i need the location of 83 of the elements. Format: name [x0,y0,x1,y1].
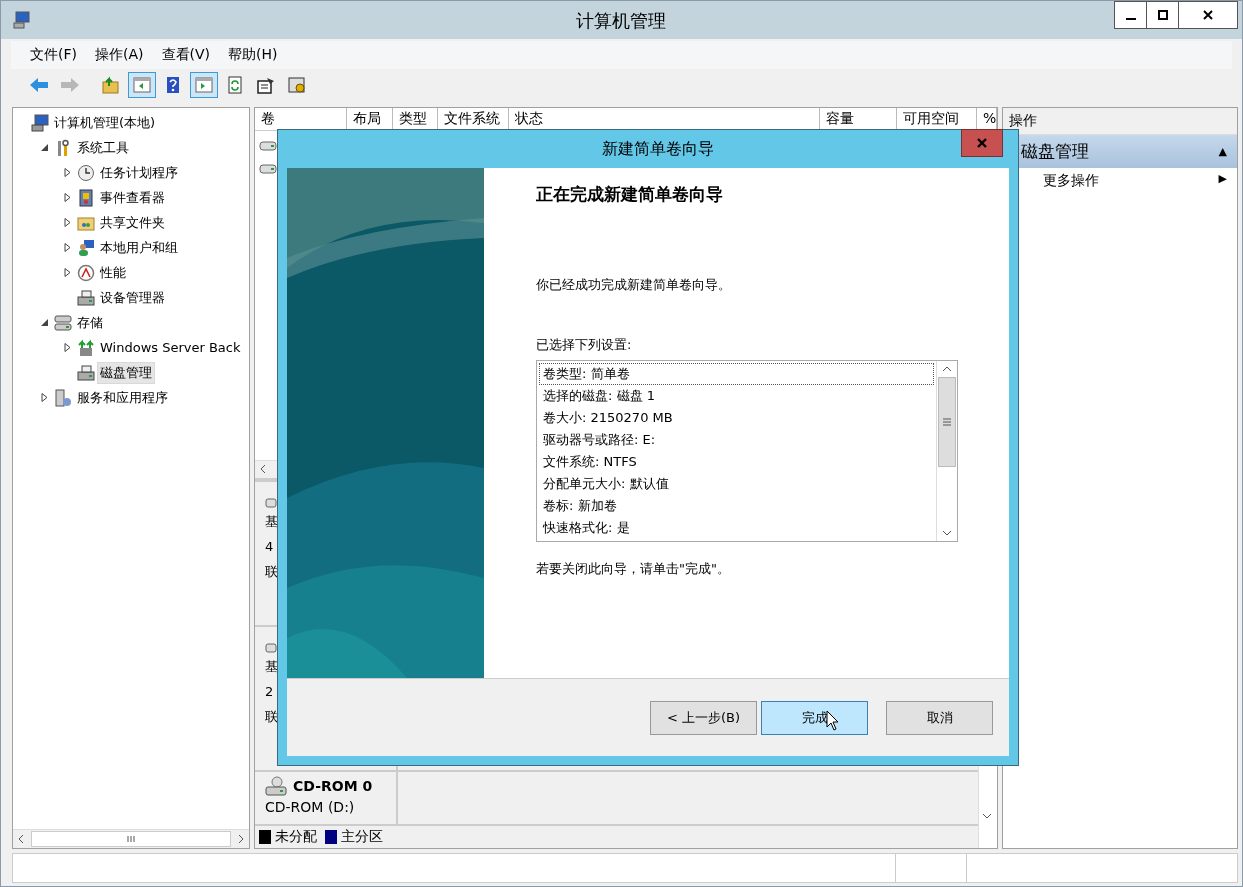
wizard-button[interactable]: < 上一步(B) [650,700,757,735]
tree-item[interactable]: 任务计划程序 [97,161,181,184]
expand-icon[interactable] [63,193,72,202]
minimize-button[interactable] [1114,1,1147,29]
grip-icon [125,835,137,843]
close-icon [976,138,988,148]
tree-item[interactable]: Windows Server Back [97,338,244,357]
tree-item[interactable]: 性能 [97,261,129,284]
maximize-icon [1157,10,1168,20]
list-item[interactable]: 文件系统: NTFS [539,451,934,473]
pane-header: 操作 [1003,108,1237,135]
menu-item[interactable]: 文件(F) [25,44,82,66]
disk-info: CD-ROM (D:) [265,799,356,815]
minimize-icon [1125,18,1136,20]
pane-left-icon[interactable] [128,72,156,98]
list-item[interactable]: 卷类型: 简单卷 [539,363,934,385]
printer-icon [77,288,95,307]
menu-item[interactable]: 帮助(H) [223,44,283,66]
expand-icon[interactable] [63,218,72,227]
cd-drive-icon [265,776,287,796]
disk-drive-icon [77,363,95,382]
wizard-button[interactable]: 取消 [886,700,993,735]
window-title: 计算机管理 [575,9,667,33]
maximize-button[interactable] [1146,1,1179,29]
list-item[interactable]: 卷大小: 2150270 MB [539,407,934,429]
backup-icon [77,338,95,357]
expand-icon[interactable] [63,268,72,277]
legend-label: 未分配 [275,828,317,846]
wizard-button[interactable]: 完成 [761,700,868,735]
server-icon [54,388,72,407]
wizard-heading: 正在完成新建简单卷向导 [536,183,724,206]
tree-item[interactable]: 服务和应用程序 [74,386,171,409]
tree-item[interactable]: 本地用户和组 [97,236,181,259]
disk-name: CD-ROM 0 [293,778,373,794]
tree-item[interactable]: 设备管理器 [97,286,168,309]
disk-info: 联 [265,708,279,726]
disk-info: 4 [265,538,275,556]
collapse-icon[interactable] [40,318,49,327]
close-button[interactable] [1178,1,1238,29]
disk-drive-icon [265,641,277,653]
menu-item[interactable]: 查看(V) [156,44,215,66]
computer-icon [31,113,49,132]
list-item[interactable]: 快速格式化: 是 [539,517,934,539]
tree-item[interactable]: 存储 [74,311,106,334]
settings-label: 已选择下列设置: [536,336,633,354]
tree-item[interactable]: 事件查看器 [97,186,168,209]
list-item[interactable]: 卷标: 新加卷 [539,495,934,517]
list-item[interactable]: 分配单元大小: 默认值 [539,473,934,495]
tree-item[interactable]: 共享文件夹 [97,211,168,234]
storage-icon [54,313,72,332]
disk-drive-icon [259,141,277,151]
tree-item[interactable]: 计算机管理(本地) [51,111,159,134]
clock-icon [77,163,95,182]
pane-right-icon[interactable] [190,72,218,98]
disk-info: 基 [265,513,279,531]
grip-icon [942,418,952,426]
collapse-icon[interactable] [40,143,49,152]
disk-info: 基 [265,658,279,676]
vertical-scrollbar[interactable] [936,361,957,541]
legend-label: 主分区 [341,828,383,846]
disk-info: 2 [265,683,275,701]
disk-drive-icon [259,164,277,174]
list-item[interactable]: 驱动器号或路径: E: [539,429,934,451]
disk-drive-icon [265,496,277,508]
dialog-title: 新建简单卷向导 [602,138,714,160]
instruction-text: 若要关闭此向导，请单击"完成"。 [536,560,731,578]
expand-icon[interactable] [63,168,72,177]
disk-info: 联 [265,563,279,581]
book-icon [77,188,95,207]
expand-icon[interactable] [63,343,72,352]
tree-item[interactable]: 磁盘管理 [97,361,155,384]
tree-item[interactable]: 系统工具 [74,136,132,159]
horizontal-scrollbar[interactable] [13,829,249,848]
intro-text: 你已经成功完成新建简单卷向导。 [536,276,732,294]
computer-icon [13,11,31,29]
menu-item[interactable]: 操作(A) [90,44,149,66]
users-icon [77,238,95,257]
mouse-pointer-icon [826,710,840,732]
expand-icon[interactable] [40,393,49,402]
close-icon [1203,10,1213,20]
gauge-icon [77,263,95,282]
expand-icon[interactable] [63,243,72,252]
list-item[interactable]: 选择的磁盘: 磁盘 1 [539,385,934,407]
